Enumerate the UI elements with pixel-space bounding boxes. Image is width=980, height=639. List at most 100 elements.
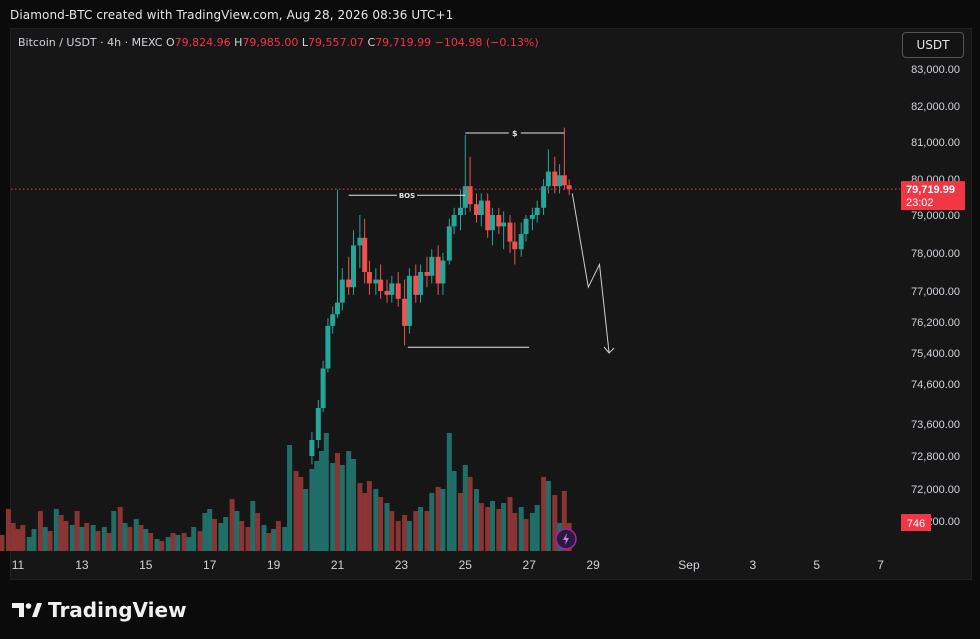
countdown-label: 23:02 <box>906 197 934 209</box>
candle-body <box>523 218 529 234</box>
volume-bar <box>37 511 43 551</box>
volume-bar <box>69 525 75 551</box>
time-tick-label: 23 <box>395 558 409 572</box>
volume-bar <box>523 519 529 551</box>
candle-body <box>429 256 435 276</box>
volume-bar <box>446 433 452 551</box>
candle-body <box>545 171 551 187</box>
volume-bar <box>266 533 272 551</box>
price-chart[interactable]: BOS$ 83,000.0082,000.0081,000.0080,000.0… <box>0 0 980 639</box>
candle-body <box>346 279 352 288</box>
tradingview-logo[interactable]: TradingView <box>12 598 187 622</box>
liquidity-label: $ <box>512 129 518 138</box>
volume-bar <box>0 535 5 551</box>
candle-body <box>384 291 390 295</box>
volume-bar <box>133 519 139 551</box>
volume-bar <box>101 527 107 551</box>
price-tick-label: 77,000.00 <box>911 286 960 298</box>
candle-body <box>309 440 315 456</box>
tradingview-logo-icon <box>12 603 42 617</box>
volume-bar <box>84 523 90 551</box>
price-tick-label: 79,000.00 <box>911 210 960 222</box>
candle-body <box>566 185 572 190</box>
candle-body <box>557 175 563 187</box>
volume-bar <box>170 533 176 551</box>
volume-bar <box>165 537 171 551</box>
volume-bar <box>138 525 144 551</box>
volume-bar <box>366 481 372 551</box>
candle-body <box>561 175 567 186</box>
volume-bar <box>545 481 551 551</box>
price-tick-label: 74,600.00 <box>911 379 960 391</box>
candle-body <box>512 241 518 250</box>
candle-body <box>529 215 535 219</box>
candle-body <box>373 279 379 284</box>
price-axis: 83,000.0082,000.0081,000.0080,000.0079,0… <box>555 64 965 550</box>
volume-bar <box>373 489 379 551</box>
volume-bar <box>339 465 345 551</box>
time-tick-label: 15 <box>139 558 153 572</box>
candle-body <box>552 171 558 187</box>
volume-bar <box>293 471 299 551</box>
candle-body <box>357 237 363 246</box>
volume-bar <box>501 503 507 551</box>
volume-bar <box>282 527 288 551</box>
volume-bar <box>474 489 479 551</box>
volume-bar <box>458 493 463 551</box>
candle-body <box>378 279 384 291</box>
volume-bar <box>303 489 309 551</box>
volume-bar <box>26 537 32 551</box>
candle-body <box>458 207 463 215</box>
candle-body <box>418 272 424 295</box>
price-tick-label: 78,000.00 <box>911 248 960 260</box>
volume-bar <box>15 529 21 551</box>
time-tick-label: 13 <box>75 558 89 572</box>
volume-bar <box>127 527 133 551</box>
volume-bar <box>287 445 293 551</box>
price-tick-label: 81,000.00 <box>911 137 960 149</box>
volume-bar <box>111 511 117 551</box>
volume-bar <box>485 507 491 551</box>
time-tick-label: Sep <box>678 558 700 572</box>
candle-body <box>485 200 491 231</box>
volume-bar <box>154 539 160 551</box>
volume-bar <box>323 433 329 551</box>
candle-body <box>478 200 484 215</box>
price-tick-label: 72,800.00 <box>911 451 960 463</box>
volume-bar <box>63 521 69 551</box>
volume-bar <box>106 533 112 551</box>
volume-bar <box>314 461 320 551</box>
volume-bar <box>362 493 368 551</box>
candle-body <box>496 215 502 227</box>
volume-bars <box>0 433 572 551</box>
candle-body <box>451 215 457 227</box>
candle-body <box>395 283 401 299</box>
candle-body <box>413 275 419 295</box>
volume-bar <box>346 451 352 551</box>
candle-body <box>335 302 340 315</box>
volume-bar <box>496 509 502 551</box>
projection-path <box>571 193 610 354</box>
candle-body <box>406 275 412 326</box>
volume-bar <box>117 507 123 551</box>
volume-bar <box>20 525 26 551</box>
volume-tag-label: 746 <box>907 518 925 530</box>
volume-bar <box>478 503 484 551</box>
volume-bar <box>435 487 441 551</box>
annotations: BOS $ <box>11 128 900 354</box>
volume-bar <box>378 497 384 551</box>
time-tick-label: 5 <box>813 558 820 572</box>
time-tick-label: 3 <box>750 558 757 572</box>
candle-body <box>366 272 372 284</box>
volume-bar <box>330 463 336 551</box>
volume-bar <box>31 529 37 551</box>
volume-bar <box>319 451 324 551</box>
volume-bar <box>518 507 524 551</box>
volume-bar <box>181 533 187 551</box>
volume-bar <box>10 523 16 551</box>
volume-bar <box>95 531 101 551</box>
volume-bar <box>191 527 197 551</box>
volume-bar <box>529 513 535 551</box>
volume-bar <box>47 531 53 551</box>
time-tick-label: 25 <box>459 558 473 572</box>
